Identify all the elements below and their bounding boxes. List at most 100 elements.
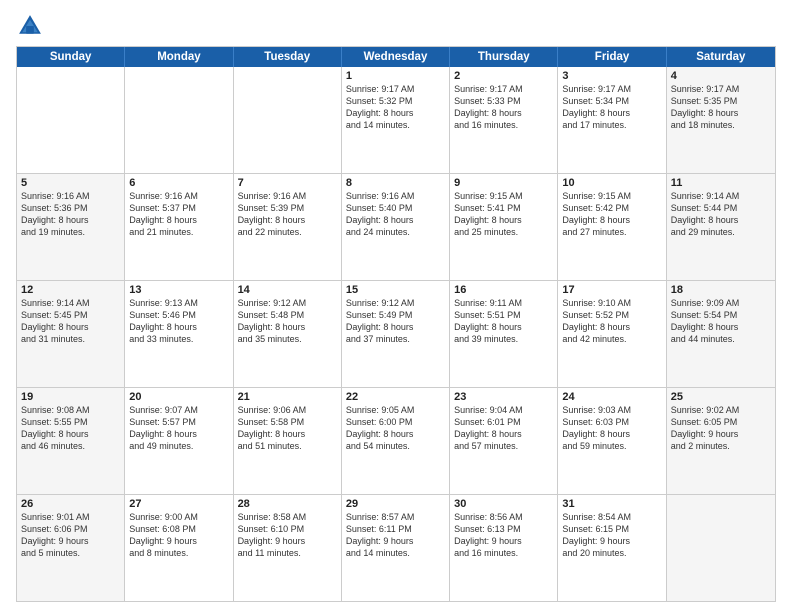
cell-info-line: Sunset: 6:00 PM <box>346 416 445 428</box>
cell-info-line: and 27 minutes. <box>562 226 661 238</box>
cell-info-line: Daylight: 8 hours <box>454 428 553 440</box>
cell-info-line: Sunrise: 8:54 AM <box>562 511 661 523</box>
cell-info-line: Daylight: 8 hours <box>562 321 661 333</box>
cell-info-line: and 17 minutes. <box>562 119 661 131</box>
cell-info-line: Sunrise: 9:00 AM <box>129 511 228 523</box>
calendar-row-3: 12Sunrise: 9:14 AMSunset: 5:45 PMDayligh… <box>17 280 775 387</box>
calendar-row-1: 1 Sunrise: 9:17 AM Sunset: 5:32 PM Daylight… <box>17 67 775 173</box>
day-number: 4 <box>671 70 771 82</box>
day-number: 19 <box>21 391 120 403</box>
weekday-header-sunday: Sunday <box>17 47 125 67</box>
cell-info-line: and 31 minutes. <box>21 333 120 345</box>
cell-info-line: Daylight: 8 hours <box>129 214 228 226</box>
cell-info-line: Daylight: 8 hours <box>562 107 661 119</box>
day-cell-27: 27Sunrise: 9:00 AMSunset: 6:08 PMDayligh… <box>125 495 233 601</box>
cell-info-line: Sunset: 5:48 PM <box>238 309 337 321</box>
cell-info-line: Sunset: 5:49 PM <box>346 309 445 321</box>
day-cell-19: 19Sunrise: 9:08 AMSunset: 5:55 PMDayligh… <box>17 388 125 494</box>
cell-info-line: Sunset: 5:40 PM <box>346 202 445 214</box>
cell-info-line: Sunrise: 9:08 AM <box>21 404 120 416</box>
cell-info-line: Daylight: 8 hours <box>562 214 661 226</box>
day-cell-22: 22Sunrise: 9:05 AMSunset: 6:00 PMDayligh… <box>342 388 450 494</box>
cell-info-line: and 20 minutes. <box>562 547 661 559</box>
cell-info-line: and 44 minutes. <box>671 333 771 345</box>
cell-info-line: Sunset: 5:46 PM <box>129 309 228 321</box>
day-number: 16 <box>454 284 553 296</box>
day-cell-4: 4Sunrise: 9:17 AMSunset: 5:35 PMDaylight… <box>667 67 775 173</box>
day-number: 14 <box>238 284 337 296</box>
day-number: 7 <box>238 177 337 189</box>
cell-info-line: and 57 minutes. <box>454 440 553 452</box>
cell-info-line: Sunrise: 9:17 AM <box>454 83 553 95</box>
logo-icon <box>16 12 44 40</box>
cell-info-line: Sunset: 5:35 PM <box>671 95 771 107</box>
cell-info-line: Sunrise: 9:09 AM <box>671 297 771 309</box>
logo <box>16 12 48 40</box>
day-number: 28 <box>238 498 337 510</box>
cell-info-line: Daylight: 9 hours <box>238 535 337 547</box>
day-cell-17: 17Sunrise: 9:10 AMSunset: 5:52 PMDayligh… <box>558 281 666 387</box>
day-cell-7: 7Sunrise: 9:16 AMSunset: 5:39 PMDaylight… <box>234 174 342 280</box>
cell-info-line: and 25 minutes. <box>454 226 553 238</box>
day-cell-9: 9Sunrise: 9:15 AMSunset: 5:41 PMDaylight… <box>450 174 558 280</box>
cell-info-line: Sunrise: 9:13 AM <box>129 297 228 309</box>
calendar: SundayMondayTuesdayWednesdayThursdayFrid… <box>16 46 776 602</box>
cell-info-line: and 19 minutes. <box>21 226 120 238</box>
cell-info-line: Sunrise: 9:11 AM <box>454 297 553 309</box>
cell-info-line: and 54 minutes. <box>346 440 445 452</box>
day-number: 2 <box>454 70 553 82</box>
cell-info-line: Sunset: 6:06 PM <box>21 523 120 535</box>
cell-info-line: Sunset: 5:32 PM <box>346 95 445 107</box>
cell-info-line: Sunset: 5:37 PM <box>129 202 228 214</box>
cell-info-line: and 24 minutes. <box>346 226 445 238</box>
cell-info-line: Daylight: 9 hours <box>454 535 553 547</box>
cell-info-line: Sunset: 5:34 PM <box>562 95 661 107</box>
day-cell-21: 21Sunrise: 9:06 AMSunset: 5:58 PMDayligh… <box>234 388 342 494</box>
empty-cell-4-6 <box>667 495 775 601</box>
cell-info-line: Sunrise: 9:17 AM <box>671 83 771 95</box>
day-cell-24: 24Sunrise: 9:03 AMSunset: 6:03 PMDayligh… <box>558 388 666 494</box>
day-cell-25: 25Sunrise: 9:02 AMSunset: 6:05 PMDayligh… <box>667 388 775 494</box>
weekday-header-monday: Monday <box>125 47 233 67</box>
cell-info-line: Sunrise: 9:16 AM <box>346 190 445 202</box>
cell-info-line: Daylight: 8 hours <box>346 428 445 440</box>
day-number: 30 <box>454 498 553 510</box>
day-cell-18: 18Sunrise: 9:09 AMSunset: 5:54 PMDayligh… <box>667 281 775 387</box>
day-number: 1 <box>346 70 445 82</box>
day-number: 6 <box>129 177 228 189</box>
day-cell-10: 10Sunrise: 9:15 AMSunset: 5:42 PMDayligh… <box>558 174 666 280</box>
weekday-header-thursday: Thursday <box>450 47 558 67</box>
cell-info-line: Sunset: 6:13 PM <box>454 523 553 535</box>
cell-info-line: and 59 minutes. <box>562 440 661 452</box>
calendar-header: SundayMondayTuesdayWednesdayThursdayFrid… <box>17 47 775 67</box>
calendar-body: 1 Sunrise: 9:17 AM Sunset: 5:32 PM Daylight… <box>17 67 775 601</box>
day-number: 25 <box>671 391 771 403</box>
cell-info-line: Sunrise: 9:10 AM <box>562 297 661 309</box>
day-cell-5: 5Sunrise: 9:16 AMSunset: 5:36 PMDaylight… <box>17 174 125 280</box>
cell-info-line: Sunset: 6:05 PM <box>671 416 771 428</box>
day-number: 17 <box>562 284 661 296</box>
cell-info-line: Sunrise: 9:16 AM <box>238 190 337 202</box>
cell-info-line: and 39 minutes. <box>454 333 553 345</box>
calendar-row-2: 5Sunrise: 9:16 AMSunset: 5:36 PMDaylight… <box>17 173 775 280</box>
weekday-header-friday: Friday <box>558 47 666 67</box>
cell-info-line: Daylight: 8 hours <box>346 321 445 333</box>
cell-info-line: Sunset: 6:01 PM <box>454 416 553 428</box>
cell-info-line: Sunrise: 9:01 AM <box>21 511 120 523</box>
cell-info-line: Daylight: 8 hours <box>21 214 120 226</box>
cell-info-line: Daylight: 8 hours <box>562 428 661 440</box>
cell-info-line: Sunset: 6:11 PM <box>346 523 445 535</box>
cell-info-line: Daylight: 8 hours <box>454 321 553 333</box>
cell-info-line: and 22 minutes. <box>238 226 337 238</box>
cell-info-line: Sunset: 5:45 PM <box>21 309 120 321</box>
day-number: 31 <box>562 498 661 510</box>
cell-info-line: Daylight: 8 hours <box>346 214 445 226</box>
empty-cell-0-2 <box>234 67 342 173</box>
day-number: 27 <box>129 498 228 510</box>
cell-info-line: Sunset: 5:51 PM <box>454 309 553 321</box>
cell-info-line: Sunset: 6:03 PM <box>562 416 661 428</box>
cell-info-line: Sunrise: 9:02 AM <box>671 404 771 416</box>
cell-info-line: Sunrise: 9:05 AM <box>346 404 445 416</box>
cell-info-line: Daylight: 8 hours <box>454 107 553 119</box>
cell-info-line: Sunset: 6:10 PM <box>238 523 337 535</box>
